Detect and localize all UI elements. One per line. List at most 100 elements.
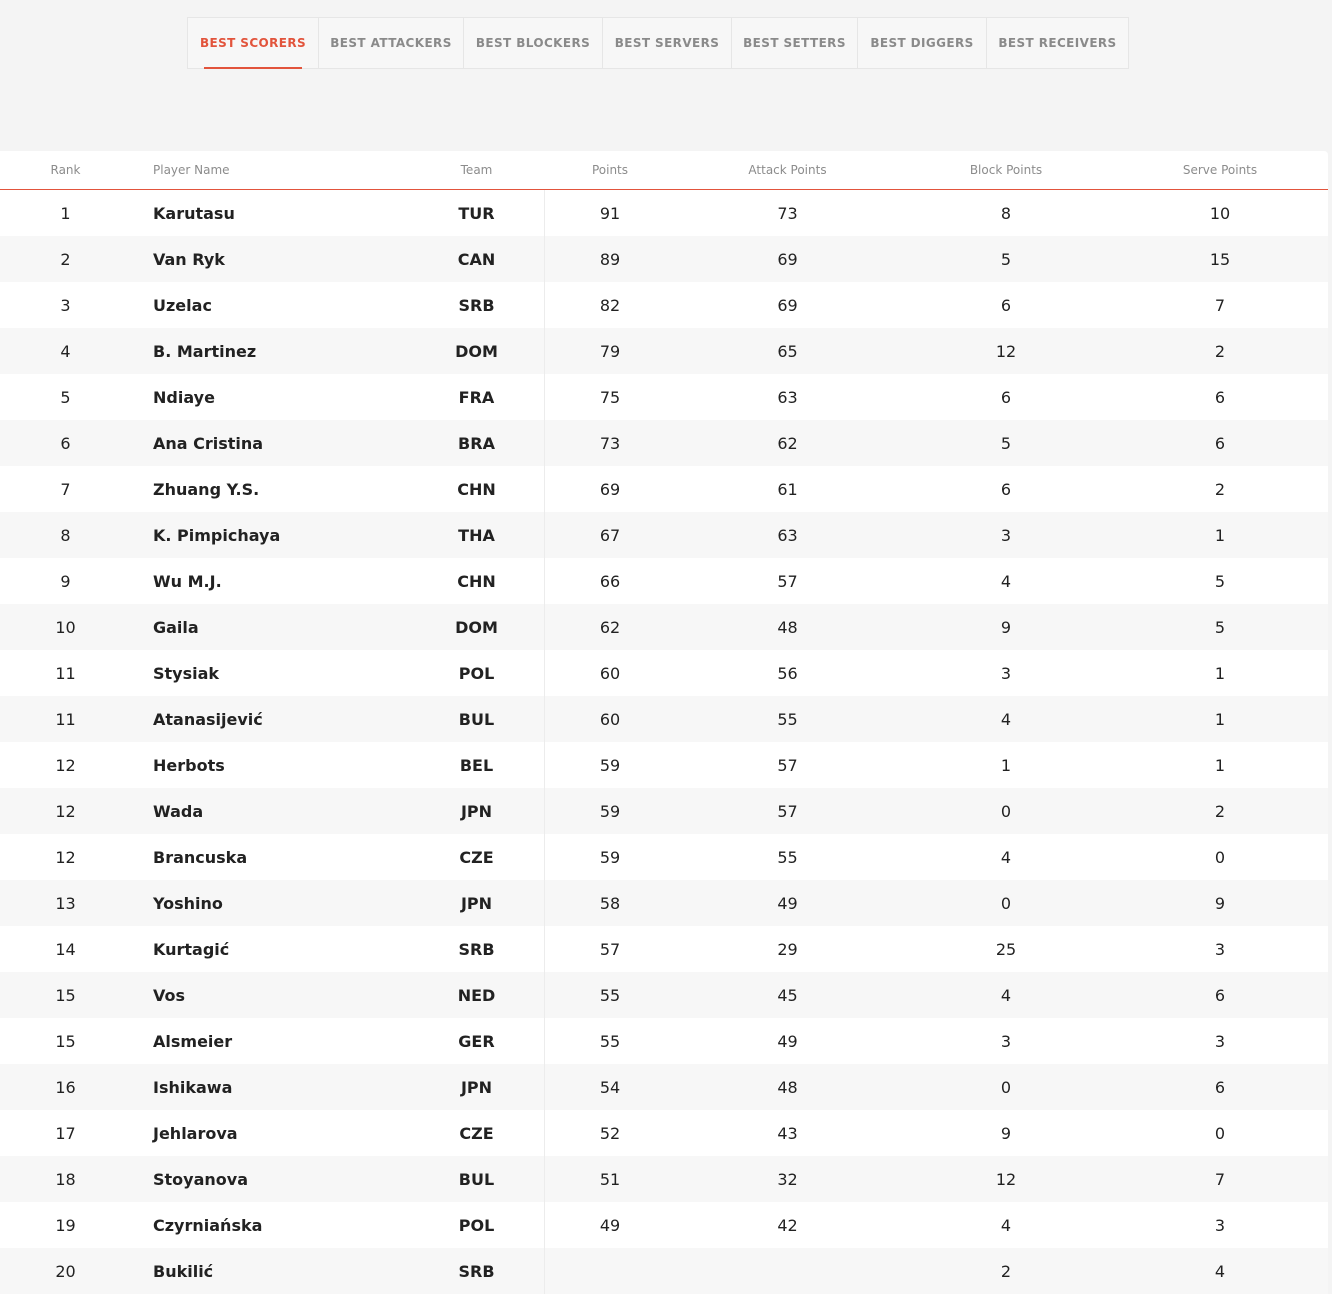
block-points-cell: 12 [995,1169,1017,1189]
attack-points-cell: 62 [777,433,798,453]
header-serve-points[interactable]: Serve Points [1155,151,1285,189]
tab-best-diggers[interactable]: BEST DIGGERS [858,18,987,68]
rank-cell: 4 [60,341,71,361]
team-cell: POL [458,1215,495,1235]
rank-cell: 15 [55,1031,76,1051]
player-name-cell[interactable]: Ishikawa [153,1064,433,1110]
block-points-cell: 0 [1000,1077,1012,1097]
team-cell: CZE [459,1123,494,1143]
rank-cell: 1 [60,203,71,223]
block-points-cell: 3 [1000,1031,1012,1051]
attack-points-cell: 63 [777,387,798,407]
player-name-cell[interactable]: Bukilić [153,1248,433,1294]
attack-points-cell: 48 [777,617,798,637]
player-name-cell[interactable]: Alsmeier [153,1018,433,1064]
attack-points-cell: 65 [777,341,798,361]
header-block-points[interactable]: Block Points [940,151,1072,189]
team-cell: CHN [457,479,496,499]
tab-best-receivers[interactable]: BEST RECEIVERS [987,18,1128,68]
player-name-cell[interactable]: Ndiaye [153,374,433,420]
rank-cell: 3 [60,295,71,315]
rank-cell: 12 [55,755,76,775]
block-points-cell: 8 [1000,203,1012,223]
player-name-cell[interactable]: K. Pimpichaya [153,512,433,558]
block-points-cell: 0 [1000,801,1012,821]
team-cell: DOM [455,617,498,637]
points-cell: 75 [599,387,621,407]
block-points-cell: 0 [1000,893,1012,913]
attack-points-cell: 57 [777,571,798,591]
rank-cell: 2 [60,249,71,269]
serve-points-cell: 7 [1214,295,1226,315]
player-name-cell[interactable]: Zhuang Y.S. [153,466,433,512]
table-row: 5 Ndiaye FRA 75 63 6 6 [0,374,1328,420]
rank-cell: 7 [60,479,71,499]
attack-points-cell: 63 [777,525,798,545]
table-row: 12 Wada JPN 59 57 0 2 [0,788,1328,834]
points-cell: 55 [599,1031,621,1051]
header-rank[interactable]: Rank [0,151,131,189]
player-name-cell[interactable]: Uzelac [153,282,433,328]
player-name-cell[interactable]: Jehlarova [153,1110,433,1156]
serve-points-cell: 6 [1214,433,1226,453]
table-row: 17 Jehlarova CZE 52 43 9 0 [0,1110,1328,1156]
table-row: 14 Kurtagić SRB 57 29 25 3 [0,926,1328,972]
player-name-cell[interactable]: Brancuska [153,834,433,880]
tab-best-blockers[interactable]: BEST BLOCKERS [464,18,603,68]
player-name-cell[interactable]: Gaila [153,604,433,650]
table-row: 18 Stoyanova BUL 51 32 12 7 [0,1156,1328,1202]
player-name-cell[interactable]: Vos [153,972,433,1018]
player-name-cell[interactable]: Wu M.J. [153,558,433,604]
player-name-cell[interactable]: Stysiak [153,650,433,696]
attack-points-cell: 57 [777,801,798,821]
player-name-cell[interactable]: Van Ryk [153,236,433,282]
player-name-cell[interactable]: Wada [153,788,433,834]
header-player-name[interactable]: Player Name [153,151,433,189]
attack-points-cell: 69 [777,295,798,315]
player-name-cell[interactable]: Atanasijević [153,696,433,742]
table-row: 16 Ishikawa JPN 54 48 0 6 [0,1064,1328,1110]
player-name-cell[interactable]: Stoyanova [153,1156,433,1202]
player-name-cell[interactable]: Herbots [153,742,433,788]
player-name-cell[interactable]: Czyrniańska [153,1202,433,1248]
team-cell: BEL [459,755,494,775]
team-cell: DOM [455,341,498,361]
header-points[interactable]: Points [545,151,675,189]
tab-best-attackers[interactable]: BEST ATTACKERS [319,18,464,68]
header-attack-points[interactable]: Attack Points [720,151,855,189]
table-row: 15 Alsmeier GER 55 49 3 3 [0,1018,1328,1064]
rank-cell: 20 [55,1261,76,1281]
player-name-cell[interactable]: Karutasu [153,190,433,236]
team-cell: SRB [458,939,495,959]
block-points-cell: 25 [995,939,1017,959]
table-row: 19 Czyrniańska POL 49 42 4 3 [0,1202,1328,1248]
rank-cell: 17 [55,1123,76,1143]
tab-best-servers[interactable]: BEST SERVERS [603,18,732,68]
rank-cell: 19 [55,1215,76,1235]
table-row: 12 Brancuska CZE 59 55 4 0 [0,834,1328,880]
player-name-cell[interactable]: Yoshino [153,880,433,926]
points-cell: 89 [599,249,621,269]
header-team[interactable]: Team [430,151,523,189]
team-cell: BUL [458,1169,495,1189]
points-cell: 59 [599,847,621,867]
tab-best-setters[interactable]: BEST SETTERS [732,18,858,68]
player-name-cell[interactable]: Ana Cristina [153,420,433,466]
table-row: 1 Karutasu TUR 91 73 8 10 [0,190,1328,236]
serve-points-cell: 15 [1209,249,1231,269]
player-name-cell[interactable]: B. Martinez [153,328,433,374]
block-points-cell: 3 [1000,525,1012,545]
rank-cell: 16 [55,1077,76,1097]
tab-best-scorers[interactable]: BEST SCORERS [188,18,319,69]
team-cell: JPN [460,893,493,913]
table-body: 1 Karutasu TUR 91 73 8 10 2 Van Ryk CAN 89 69 5 15 3 Uz… [0,190,1328,1294]
table-row: 11 Atanasijević BUL 60 55 4 1 [0,696,1328,742]
rank-cell: 13 [55,893,76,913]
attack-points-cell: 29 [777,939,798,959]
team-cell: SRB [458,1261,495,1281]
table-row: 20 Bukilić SRB 2 4 [0,1248,1328,1294]
serve-points-cell: 1 [1214,525,1226,545]
rank-cell: 8 [60,525,71,545]
player-name-cell[interactable]: Kurtagić [153,926,433,972]
team-cell: BUL [458,709,495,729]
